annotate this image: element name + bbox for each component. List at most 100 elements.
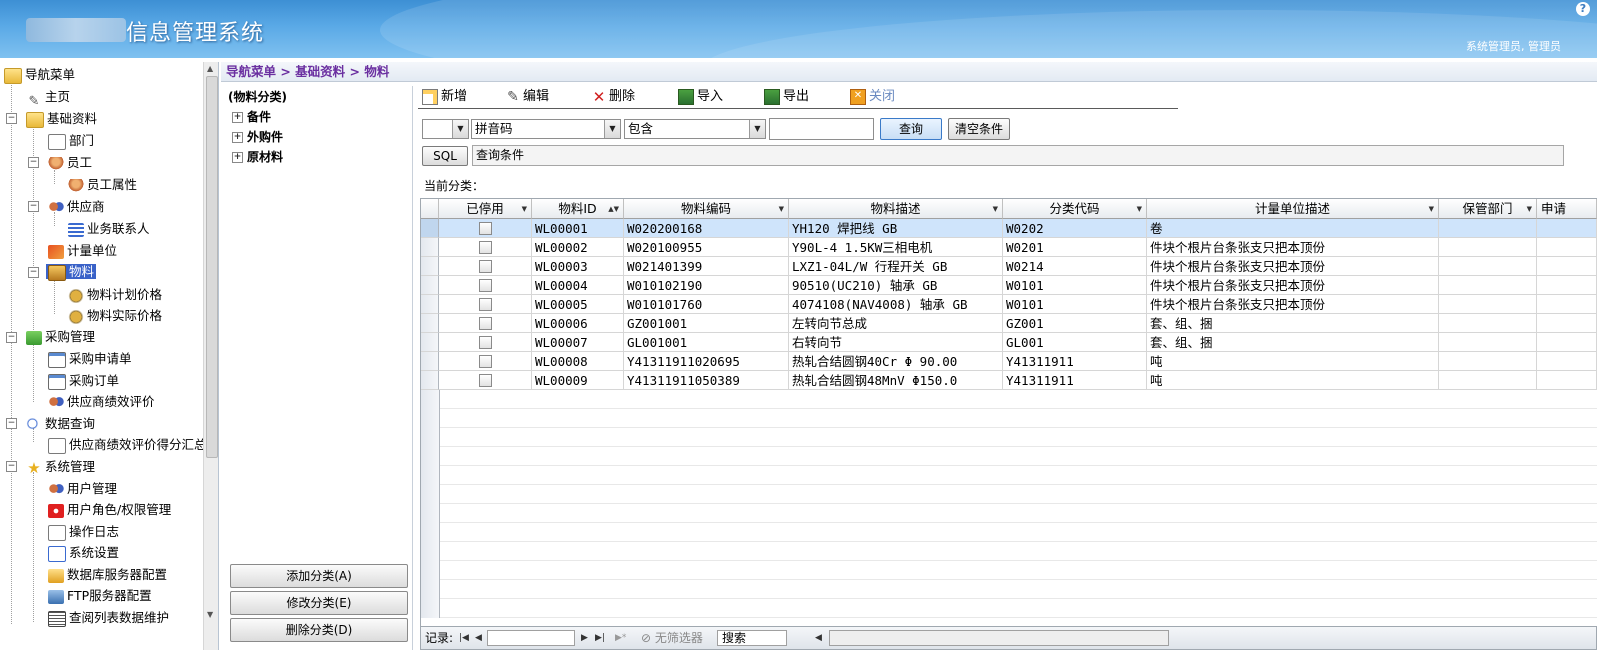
cell-dept[interactable]: [1439, 371, 1537, 390]
cell-category-code[interactable]: W0214: [1003, 257, 1147, 276]
prev-record-icon[interactable]: ◀: [475, 630, 482, 646]
chevron-down-icon[interactable]: ▼: [452, 120, 468, 138]
cell-material-id[interactable]: WL00001: [532, 219, 624, 238]
nav-item-material[interactable]: 物料: [46, 261, 97, 282]
cell-material-id[interactable]: WL00007: [532, 333, 624, 352]
column-dropdown-icon[interactable]: ▼: [1429, 199, 1434, 218]
collapse-toggle[interactable]: −: [28, 157, 39, 168]
nav-item-contact[interactable]: 业务联系人: [68, 218, 150, 239]
cell-material-id[interactable]: WL00005: [532, 295, 624, 314]
delete-button[interactable]: ✕ 删除: [592, 87, 635, 107]
cell-unit-desc[interactable]: 套、组、捆: [1147, 333, 1439, 352]
horizontal-scrollbar[interactable]: [829, 630, 1169, 646]
nav-item-system[interactable]: ★ 系统管理: [26, 456, 95, 477]
column-dropdown-icon[interactable]: ▼: [522, 199, 527, 218]
checkbox[interactable]: [478, 355, 492, 368]
sql-button[interactable]: SQL: [422, 146, 468, 166]
expand-toggle[interactable]: +: [232, 152, 243, 163]
nav-item-purchase[interactable]: 采购管理: [26, 326, 95, 347]
category-item-raw-materials[interactable]: + 原材料: [232, 148, 283, 165]
cell-apply[interactable]: [1537, 276, 1597, 295]
nav-item-operation-log[interactable]: 操作日志: [48, 521, 119, 542]
cell-material-code[interactable]: Y41311911020695: [624, 352, 789, 371]
collapse-toggle[interactable]: −: [6, 332, 17, 343]
cell-category-code[interactable]: GL001: [1003, 333, 1147, 352]
edit-button[interactable]: ✎ 编辑: [506, 87, 549, 107]
table-row[interactable]: WL00001 W020200168 YH120 焊把线 GB W0202 卷: [421, 219, 1597, 238]
cell-category-code[interactable]: W0202: [1003, 219, 1147, 238]
col-unit-desc-header[interactable]: 计量单位描述 ▼: [1147, 199, 1439, 219]
cell-apply[interactable]: [1537, 333, 1597, 352]
nav-item-user-manage[interactable]: 用户管理: [48, 478, 117, 499]
table-row[interactable]: WL00008 Y41311911020695 热轧合结圆钢40Cr Φ 90.00…: [421, 352, 1597, 371]
cell-material-id[interactable]: WL00004: [532, 276, 624, 295]
cell-unit-desc[interactable]: 件块个根片台条张支只把本顶份: [1147, 238, 1439, 257]
nav-item-system-settings[interactable]: 系统设置: [48, 542, 119, 563]
next-record-icon[interactable]: ▶: [581, 630, 588, 646]
import-button[interactable]: 导入: [678, 87, 723, 107]
category-item-spare-parts[interactable]: + 备件: [232, 108, 271, 125]
cell-apply[interactable]: [1537, 238, 1597, 257]
cell-material-desc[interactable]: LXZ1-04L/W 行程开关 GB: [789, 257, 1003, 276]
col-apply-header[interactable]: 申请: [1537, 199, 1597, 219]
expand-toggle[interactable]: +: [232, 132, 243, 143]
scroll-up-icon[interactable]: ▲: [207, 64, 213, 73]
column-dropdown-icon[interactable]: ▼: [1527, 199, 1532, 218]
cell-material-code[interactable]: W010101760: [624, 295, 789, 314]
category-item-purchased-parts[interactable]: + 外购件: [232, 128, 283, 145]
col-dept-header[interactable]: 保管部门 ▼: [1439, 199, 1537, 219]
cell-material-code[interactable]: GL001001: [624, 333, 789, 352]
checkbox[interactable]: [478, 222, 492, 235]
nav-item-data-query[interactable]: 数据查询: [26, 413, 95, 434]
logic-select[interactable]: ▼: [422, 119, 469, 139]
row-indicator[interactable]: [421, 238, 439, 257]
cell-material-id[interactable]: WL00009: [532, 371, 624, 390]
checkbox[interactable]: [478, 317, 492, 330]
query-button[interactable]: 查询: [880, 118, 942, 140]
cell-material-desc[interactable]: 4074108(NAV4008) 轴承 GB: [789, 295, 1003, 314]
col-material-code-header[interactable]: 物料编码 ▼: [624, 199, 789, 219]
cell-dept[interactable]: [1439, 295, 1537, 314]
cell-dept[interactable]: [1439, 333, 1537, 352]
checkbox[interactable]: [478, 374, 492, 387]
cell-category-code[interactable]: GZ001: [1003, 314, 1147, 333]
cell-material-desc[interactable]: 热轧合结圆钢48MnV Φ150.0: [789, 371, 1003, 390]
new-record-icon[interactable]: ▶*: [615, 630, 626, 646]
table-row[interactable]: WL00005 W010101760 4074108(NAV4008) 轴承 GB W…: [421, 295, 1597, 314]
checkbox[interactable]: [478, 279, 492, 292]
cell-material-desc[interactable]: 90510(UC210) 轴承 GB: [789, 276, 1003, 295]
nav-item-supplier[interactable]: 供应商: [48, 196, 105, 217]
cell-material-id[interactable]: WL00008: [532, 352, 624, 371]
nav-item-department[interactable]: 部门: [48, 130, 94, 151]
nav-item-material-plan-price[interactable]: 物料计划价格: [68, 284, 162, 305]
cell-category-code[interactable]: Y41311911: [1003, 371, 1147, 390]
clear-conditions-button[interactable]: 清空条件: [948, 118, 1010, 140]
table-row[interactable]: WL00003 W021401399 LXZ1-04L/W 行程开关 GB W0214…: [421, 257, 1597, 276]
cell-material-id[interactable]: WL00003: [532, 257, 624, 276]
cell-material-desc[interactable]: 热轧合结圆钢40Cr Φ 90.00: [789, 352, 1003, 371]
cell-apply[interactable]: [1537, 295, 1597, 314]
row-indicator[interactable]: [421, 352, 439, 371]
cell-dept[interactable]: [1439, 276, 1537, 295]
collapse-toggle[interactable]: −: [28, 201, 39, 212]
cell-material-code[interactable]: W021401399: [624, 257, 789, 276]
chevron-down-icon[interactable]: ▼: [604, 120, 620, 138]
cell-unit-desc[interactable]: 件块个根片台条张支只把本顶份: [1147, 295, 1439, 314]
col-material-desc-header[interactable]: 物料描述 ▼: [789, 199, 1003, 219]
table-row[interactable]: WL00004 W010102190 90510(UC210) 轴承 GB W0101…: [421, 276, 1597, 295]
nav-item-role-permission[interactable]: 用户角色/权限管理: [48, 499, 171, 520]
close-button[interactable]: ✕ 关闭: [850, 87, 895, 107]
nav-item-unit[interactable]: 计量单位: [48, 240, 117, 261]
checkbox[interactable]: [478, 260, 492, 273]
nav-item-purchase-order[interactable]: 采购订单: [48, 370, 119, 391]
collapse-toggle[interactable]: −: [6, 113, 17, 124]
table-row[interactable]: WL00007 GL001001 右转向节 GL001 套、组、捆: [421, 333, 1597, 352]
sort-dropdown-icon[interactable]: ▲▼: [608, 199, 619, 218]
help-icon[interactable]: ?: [1576, 2, 1590, 16]
export-button[interactable]: 导出: [764, 87, 809, 107]
scroll-left-icon[interactable]: ◀: [815, 630, 822, 646]
table-row[interactable]: WL00006 GZ001001 左转向节总成 GZ001 套、组、捆: [421, 314, 1597, 333]
row-indicator[interactable]: [421, 333, 439, 352]
expand-toggle[interactable]: +: [232, 112, 243, 123]
cell-dept[interactable]: [1439, 257, 1537, 276]
